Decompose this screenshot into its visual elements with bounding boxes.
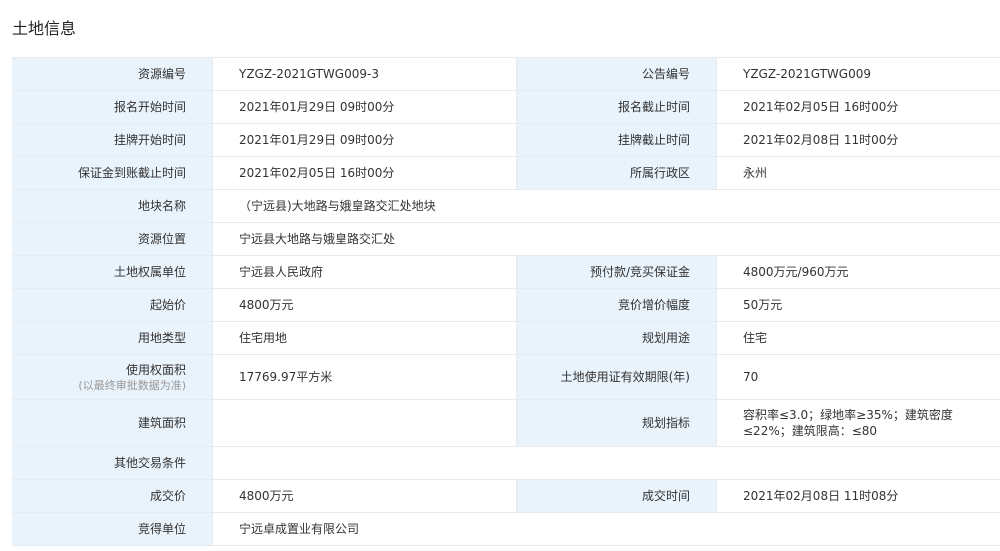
section-title: 土地信息 — [12, 19, 77, 38]
value-bid-increment: 50万元 — [716, 289, 1000, 321]
value-registration-end: 2021年02月05日 16时00分 — [716, 91, 1000, 123]
label-planning-indicators: 规划指标 — [516, 400, 716, 446]
label-other-conditions: 其他交易条件 — [12, 447, 212, 479]
label-deposit-deadline: 保证金到账截止时间 — [12, 157, 212, 189]
table-row: 使用权面积 (以最终审批数据为准) 17769.97平方米 土地使用证有效期限(… — [12, 355, 1000, 400]
table-row: 资源位置 宁远县大地路与娥皇路交汇处 — [12, 223, 1000, 256]
value-registration-start: 2021年01月29日 09时00分 — [212, 91, 516, 123]
label-starting-price: 起始价 — [12, 289, 212, 321]
value-starting-price: 4800万元 — [212, 289, 516, 321]
value-transaction-time: 2021年02月08日 11时08分 — [716, 480, 1000, 512]
label-bid-increment: 竞价增价幅度 — [516, 289, 716, 321]
label-resource-location: 资源位置 — [12, 223, 212, 255]
label-use-right-area-note: (以最终审批数据为准) — [78, 378, 186, 392]
value-transaction-price: 4800万元 — [212, 480, 516, 512]
label-registration-start: 报名开始时间 — [12, 91, 212, 123]
table-row: 资源编号 YZGZ-2021GTWG009-3 公告编号 YZGZ-2021GT… — [12, 58, 1000, 91]
value-planned-use: 住宅 — [716, 322, 1000, 354]
label-planned-use: 规划用途 — [516, 322, 716, 354]
table-row: 建筑面积 规划指标 容积率≤3.0；绿地率≥35%；建筑密度≤22%；建筑限高：… — [12, 400, 1000, 447]
label-resource-number: 资源编号 — [12, 58, 212, 90]
label-land-use-type: 用地类型 — [12, 322, 212, 354]
label-land-owner: 土地权属单位 — [12, 256, 212, 288]
label-winning-bidder: 竞得单位 — [12, 513, 212, 545]
value-listing-end: 2021年02月08日 11时00分 — [716, 124, 1000, 156]
value-listing-start: 2021年01月29日 09时00分 — [212, 124, 516, 156]
table-row: 挂牌开始时间 2021年01月29日 09时00分 挂牌截止时间 2021年02… — [12, 124, 1000, 157]
label-certificate-term: 土地使用证有效期限(年) — [516, 355, 716, 399]
value-announcement-number: YZGZ-2021GTWG009 — [716, 58, 1000, 90]
label-use-right-area-text: 使用权面积 — [125, 362, 186, 377]
value-other-conditions — [212, 447, 1000, 479]
table-row: 土地权属单位 宁远县人民政府 预付款/竞买保证金 4800万元/960万元 — [12, 256, 1000, 289]
table-row: 竞得单位 宁远卓成置业有限公司 — [12, 513, 1000, 546]
table-row: 地块名称 （宁远县)大地路与娥皇路交汇处地块 — [12, 190, 1000, 223]
value-land-use-type: 住宅用地 — [212, 322, 516, 354]
table-row: 保证金到账截止时间 2021年02月05日 16时00分 所属行政区 永州 — [12, 157, 1000, 190]
value-parcel-name: （宁远县)大地路与娥皇路交汇处地块 — [212, 190, 1000, 222]
label-transaction-price: 成交价 — [12, 480, 212, 512]
value-resource-number: YZGZ-2021GTWG009-3 — [212, 58, 516, 90]
table-row: 成交价 4800万元 成交时间 2021年02月08日 11时08分 — [12, 480, 1000, 513]
table-row: 起始价 4800万元 竞价增价幅度 50万元 — [12, 289, 1000, 322]
value-deposit-deadline: 2021年02月05日 16时00分 — [212, 157, 516, 189]
label-bid-deposit: 预付款/竞买保证金 — [516, 256, 716, 288]
label-admin-region: 所属行政区 — [516, 157, 716, 189]
label-listing-start: 挂牌开始时间 — [12, 124, 212, 156]
value-winning-bidder: 宁远卓成置业有限公司 — [212, 513, 1000, 545]
table-row: 其他交易条件 — [12, 447, 1000, 480]
label-building-area: 建筑面积 — [12, 400, 212, 446]
label-registration-end: 报名截止时间 — [516, 91, 716, 123]
label-announcement-number: 公告编号 — [516, 58, 716, 90]
label-parcel-name: 地块名称 — [12, 190, 212, 222]
label-use-right-area: 使用权面积 (以最终审批数据为准) — [12, 355, 212, 399]
value-admin-region: 永州 — [716, 157, 1000, 189]
value-certificate-term: 70 — [716, 355, 1000, 399]
table-row: 用地类型 住宅用地 规划用途 住宅 — [12, 322, 1000, 355]
value-planning-indicators: 容积率≤3.0；绿地率≥35%；建筑密度≤22%；建筑限高：≤80 — [716, 400, 1000, 446]
label-transaction-time: 成交时间 — [516, 480, 716, 512]
value-bid-deposit: 4800万元/960万元 — [716, 256, 1000, 288]
value-resource-location: 宁远县大地路与娥皇路交汇处 — [212, 223, 1000, 255]
value-building-area — [212, 400, 516, 446]
table-row: 报名开始时间 2021年01月29日 09时00分 报名截止时间 2021年02… — [12, 91, 1000, 124]
land-info-table: 资源编号 YZGZ-2021GTWG009-3 公告编号 YZGZ-2021GT… — [12, 57, 1000, 546]
label-listing-end: 挂牌截止时间 — [516, 124, 716, 156]
value-land-owner: 宁远县人民政府 — [212, 256, 516, 288]
value-use-right-area: 17769.97平方米 — [212, 355, 516, 399]
